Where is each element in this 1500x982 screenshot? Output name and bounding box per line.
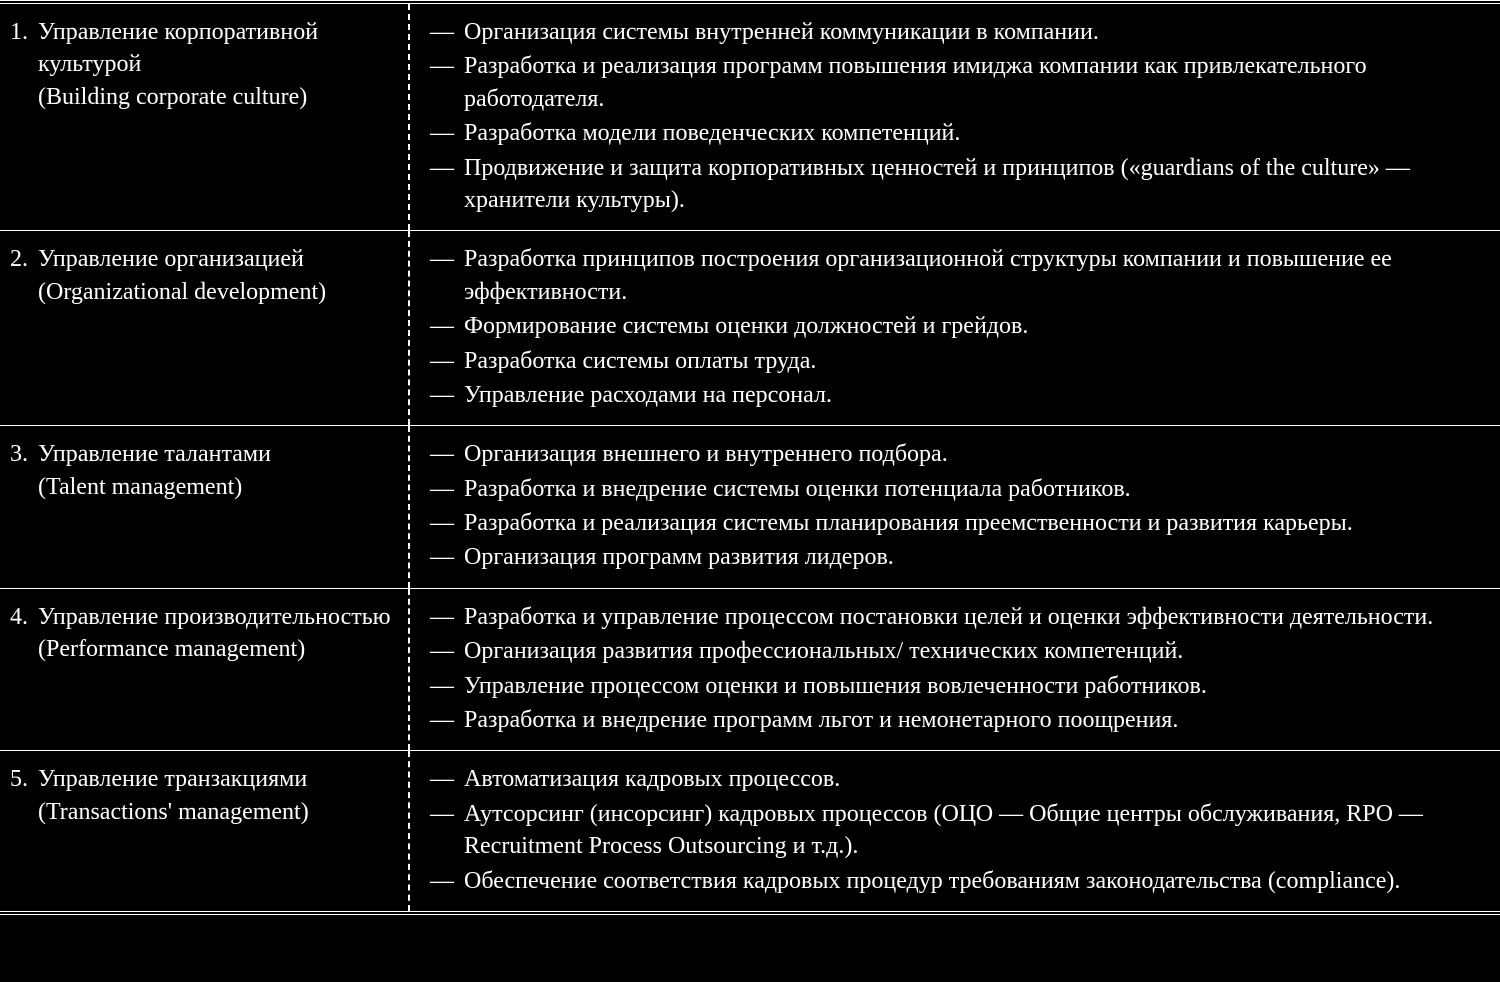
dash-icon: —: [430, 50, 464, 82]
bullet-item: —Автоматизация кадровых процессов.: [430, 763, 1480, 795]
row-number: 5.: [10, 763, 38, 795]
dash-icon: —: [430, 865, 464, 897]
dash-icon: —: [430, 152, 464, 184]
dash-icon: —: [430, 243, 464, 275]
row-bullets-cell: —Разработка принципов построения организ…: [410, 231, 1500, 425]
bullet-item: —Организация развития профессиональных/ …: [430, 635, 1480, 667]
row-title-en: (Building corporate culture): [38, 81, 396, 113]
bullet-text: Разработка принципов построения организа…: [464, 243, 1480, 308]
dash-icon: —: [430, 601, 464, 633]
row-bullets-cell: —Разработка и управление процессом поста…: [410, 589, 1500, 751]
table-row: 3.Управление талантами(Talent management…: [0, 425, 1500, 588]
table-row: 5.Управление транзакциями(Transactions' …: [0, 750, 1500, 911]
row-title-ru: Управление организацией: [38, 243, 396, 275]
row-title-en: (Transactions' management): [38, 796, 396, 828]
row-title-cell: 3.Управление талантами(Talent management…: [0, 426, 410, 588]
bullet-item: —Разработка и внедрение программ льгот и…: [430, 704, 1480, 736]
row-bullets-cell: —Автоматизация кадровых процессов.—Аутсо…: [410, 751, 1500, 911]
dash-icon: —: [430, 704, 464, 736]
table-row: 4.Управление производительностью(Perform…: [0, 588, 1500, 751]
bullet-text: Разработка системы оплаты труда.: [464, 345, 1480, 377]
row-title-cell: 1.Управление корпоративной культурой(Bui…: [0, 4, 410, 230]
bullet-text: Разработка и реализация системы планиров…: [464, 507, 1480, 539]
bullet-text: Разработка и реализация программ повышен…: [464, 50, 1480, 115]
row-number: 4.: [10, 601, 38, 633]
dash-icon: —: [430, 345, 464, 377]
bullet-item: —Обеспечение соответствия кадровых проце…: [430, 865, 1480, 897]
row-title-en: (Organizational development): [38, 276, 396, 308]
bullet-text: Разработка и внедрение программ льгот и …: [464, 704, 1480, 736]
dash-icon: —: [430, 507, 464, 539]
bullet-text: Организация системы внутренней коммуника…: [464, 16, 1480, 48]
bullet-text: Аутсорсинг (инсорсинг) кадровых процессо…: [464, 798, 1480, 863]
bullet-item: —Управление расходами на персонал.: [430, 379, 1480, 411]
row-bullets-cell: —Организация внешнего и внутреннего подб…: [410, 426, 1500, 588]
row-title-cell: 5.Управление транзакциями(Transactions' …: [0, 751, 410, 911]
bullet-item: —Организация системы внутренней коммуник…: [430, 16, 1480, 48]
row-title-ru: Управление талантами: [38, 438, 396, 470]
hr-functions-table: 1.Управление корпоративной культурой(Bui…: [0, 0, 1500, 915]
row-title-ru: Управление корпоративной культурой: [38, 16, 396, 81]
dash-icon: —: [430, 310, 464, 342]
bullet-text: Организация развития профессиональных/ т…: [464, 635, 1480, 667]
bullet-item: —Разработка и внедрение системы оценки п…: [430, 473, 1480, 505]
bullet-item: —Разработка и реализация программ повыше…: [430, 50, 1480, 115]
bullet-item: —Разработка системы оплаты труда.: [430, 345, 1480, 377]
bullet-text: Автоматизация кадровых процессов.: [464, 763, 1480, 795]
dash-icon: —: [430, 798, 464, 830]
bullet-item: —Разработка и реализация системы планиро…: [430, 507, 1480, 539]
bullet-text: Формирование системы оценки должностей и…: [464, 310, 1480, 342]
row-number: 3.: [10, 438, 38, 470]
dash-icon: —: [430, 541, 464, 573]
bullet-item: —Разработка принципов построения организ…: [430, 243, 1480, 308]
bullet-item: —Продвижение и защита корпоративных ценн…: [430, 152, 1480, 217]
bullet-item: —Организация внешнего и внутреннего подб…: [430, 438, 1480, 470]
dash-icon: —: [430, 763, 464, 795]
row-title-ru: Управление транзакциями: [38, 763, 396, 795]
bullet-item: —Разработка модели поведенческих компете…: [430, 117, 1480, 149]
dash-icon: —: [430, 670, 464, 702]
table-row: 1.Управление корпоративной культурой(Bui…: [0, 4, 1500, 230]
bullet-text: Продвижение и защита корпоративных ценно…: [464, 152, 1480, 217]
row-title-en: (Performance management): [38, 633, 396, 665]
row-number: 1.: [10, 16, 38, 48]
table-row: 2.Управление организацией(Organizational…: [0, 230, 1500, 425]
row-title-cell: 4.Управление производительностью(Perform…: [0, 589, 410, 751]
dash-icon: —: [430, 117, 464, 149]
bullet-item: —Формирование системы оценки должностей …: [430, 310, 1480, 342]
row-title-cell: 2.Управление организацией(Organizational…: [0, 231, 410, 425]
bullet-text: Управление процессом оценки и повышения …: [464, 670, 1480, 702]
bullet-text: Управление расходами на персонал.: [464, 379, 1480, 411]
row-number: 2.: [10, 243, 38, 275]
bullet-text: Организация программ развития лидеров.: [464, 541, 1480, 573]
bullet-text: Разработка и внедрение системы оценки по…: [464, 473, 1480, 505]
bullet-text: Организация внешнего и внутреннего подбо…: [464, 438, 1480, 470]
bullet-text: Разработка модели поведенческих компетен…: [464, 117, 1480, 149]
bullet-item: —Разработка и управление процессом поста…: [430, 601, 1480, 633]
row-title-ru: Управление производительностью: [38, 601, 396, 633]
bullet-text: Разработка и управление процессом постан…: [464, 601, 1480, 633]
bullet-item: —Управление процессом оценки и повышения…: [430, 670, 1480, 702]
dash-icon: —: [430, 473, 464, 505]
dash-icon: —: [430, 438, 464, 470]
dash-icon: —: [430, 16, 464, 48]
row-title-en: (Talent management): [38, 471, 396, 503]
bullet-text: Обеспечение соответствия кадровых процед…: [464, 865, 1480, 897]
bullet-item: —Аутсорсинг (инсорсинг) кадровых процесс…: [430, 798, 1480, 863]
dash-icon: —: [430, 635, 464, 667]
bullet-item: —Организация программ развития лидеров.: [430, 541, 1480, 573]
dash-icon: —: [430, 379, 464, 411]
row-bullets-cell: —Организация системы внутренней коммуник…: [410, 4, 1500, 230]
